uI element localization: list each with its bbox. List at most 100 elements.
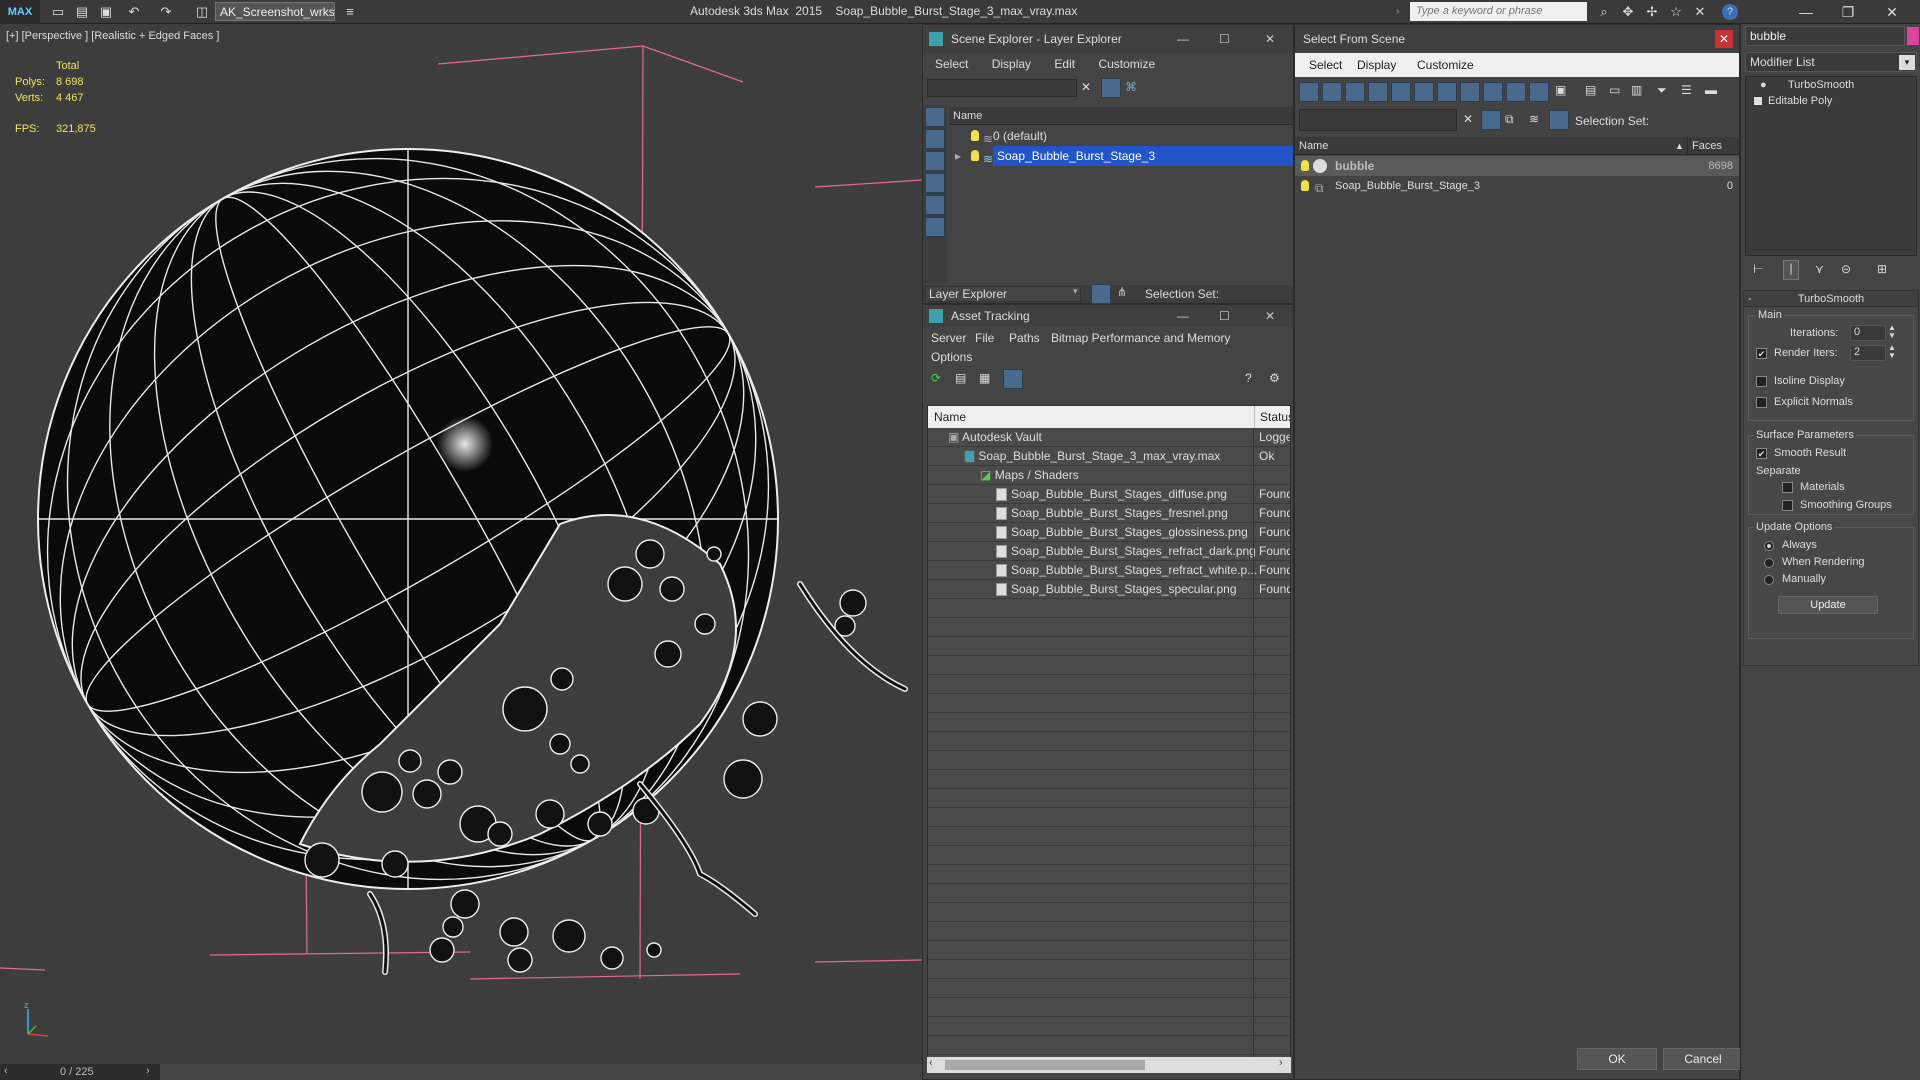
light-bulb-icon[interactable]: [971, 150, 979, 161]
asset-row-glossiness[interactable]: Soap_Bubble_Burst_Stages_glossiness.png F…: [928, 523, 1290, 542]
select-all-icon[interactable]: ▤: [1585, 83, 1596, 97]
display-lights-icon[interactable]: [925, 195, 945, 215]
collapse-icon[interactable]: ▬: [1705, 83, 1717, 97]
object-color-swatch[interactable]: [1907, 27, 1919, 45]
display-spacewarps-icon[interactable]: [1414, 82, 1434, 102]
display-xrefs-icon[interactable]: [1460, 82, 1480, 102]
menu-select[interactable]: Select: [935, 57, 968, 71]
layer-tool-icon[interactable]: ⧉: [1505, 112, 1514, 127]
menu-display[interactable]: Display: [1357, 53, 1396, 77]
exchange-icon[interactable]: ✢: [1642, 2, 1662, 22]
object-row-bubble[interactable]: bubble 8698: [1295, 156, 1739, 176]
pin-stack-icon[interactable]: ⊢: [1753, 262, 1763, 276]
scroll-thumb[interactable]: [945, 1060, 1145, 1070]
minimize-icon[interactable]: —: [1177, 305, 1189, 327]
hierarchy-icon[interactable]: ⋔: [1117, 285, 1127, 299]
display-geometry-icon[interactable]: [1299, 82, 1319, 102]
display-hidden-icon[interactable]: ▣: [1555, 83, 1566, 97]
explicit-normals-checkbox[interactable]: [1756, 397, 1767, 408]
workspace-menu-icon[interactable]: ≡: [340, 2, 360, 22]
select-from-scene-titlebar[interactable]: Select From Scene ✕: [1295, 25, 1739, 53]
time-next-icon[interactable]: ›: [146, 1065, 150, 1077]
explorer-type-dropdown[interactable]: Layer Explorer: [925, 286, 1081, 302]
iterations-input[interactable]: 0: [1850, 325, 1886, 341]
binoculars-icon[interactable]: ⌕: [1594, 2, 1614, 22]
asset-row-vault[interactable]: ▣ Autodesk Vault Logged: [928, 428, 1290, 447]
restore-icon[interactable]: ❐: [1832, 0, 1864, 24]
project-folder-icon[interactable]: ◫: [192, 2, 212, 22]
column-header-name[interactable]: Name: [934, 406, 966, 428]
display-lights-icon[interactable]: [1345, 82, 1365, 102]
display-invert-icon[interactable]: [925, 151, 945, 171]
settings-icon[interactable]: ⚙: [1269, 371, 1280, 385]
filter-toggle-icon[interactable]: [1481, 110, 1501, 130]
keyword-search-input[interactable]: Type a keyword or phrase: [1410, 2, 1587, 21]
update-always-radio[interactable]: [1764, 541, 1774, 551]
light-bulb-icon[interactable]: [1301, 180, 1309, 191]
materials-checkbox[interactable]: [1782, 482, 1793, 493]
time-slider[interactable]: ‹ 0 / 225 ›: [0, 1064, 160, 1080]
table-view-icon[interactable]: [1003, 369, 1023, 389]
display-shapes-icon[interactable]: [1322, 82, 1342, 102]
undo-icon[interactable]: ↶: [124, 2, 144, 22]
filter-icon[interactable]: ⏷: [1657, 83, 1667, 98]
update-when-rendering-radio[interactable]: [1764, 558, 1774, 568]
asset-row-max-file[interactable]: Soap_Bubble_Burst_Stage_3_max_vray.max Ok: [928, 447, 1290, 466]
clear-search-icon[interactable]: ✕: [1081, 80, 1091, 94]
light-bulb-icon[interactable]: [971, 130, 979, 141]
cancel-button[interactable]: Cancel: [1663, 1048, 1743, 1070]
favorites-icon[interactable]: ☆: [1666, 2, 1686, 22]
modifier-list-dropdown[interactable]: Modifier List: [1745, 52, 1917, 72]
close-icon[interactable]: ✕: [1715, 30, 1733, 48]
open-file-icon[interactable]: ▤: [72, 2, 92, 22]
save-file-icon[interactable]: ▣: [96, 2, 116, 22]
layer-tool-icon[interactable]: ⌘: [1125, 80, 1137, 94]
menu-bitmap-performance[interactable]: Bitmap Performance and Memory: [1051, 331, 1230, 345]
hierarchy-icon[interactable]: [1549, 110, 1569, 130]
menu-edit[interactable]: Edit: [1054, 57, 1075, 71]
menu-display[interactable]: Display: [992, 57, 1031, 71]
display-cameras-icon[interactable]: [925, 217, 945, 237]
ok-button[interactable]: OK: [1577, 1048, 1657, 1070]
scene-explorer-titlebar[interactable]: Scene Explorer - Layer Explorer — ☐ ✕: [923, 25, 1293, 53]
render-iters-checkbox[interactable]: ✔: [1756, 348, 1767, 359]
close-icon[interactable]: ✕: [1265, 25, 1275, 53]
close-icon[interactable]: ✕: [1265, 305, 1275, 327]
light-bulb-icon[interactable]: ●: [1760, 77, 1767, 93]
stack-item-turbosmooth[interactable]: ● TurboSmooth: [1746, 77, 1916, 93]
display-cameras-icon[interactable]: [1368, 82, 1388, 102]
menu-options[interactable]: Options: [931, 350, 972, 364]
search-arrow-icon[interactable]: ›: [1396, 6, 1404, 18]
update-button[interactable]: Update: [1778, 596, 1878, 614]
isoline-display-checkbox[interactable]: [1756, 376, 1767, 387]
update-manually-radio[interactable]: [1764, 575, 1774, 585]
menu-customize[interactable]: Customize: [1098, 57, 1155, 71]
new-file-icon[interactable]: ▭: [48, 2, 68, 22]
app-logo[interactable]: MAX: [0, 0, 40, 24]
smooth-result-checkbox[interactable]: ✔: [1756, 448, 1767, 459]
scroll-right-icon[interactable]: ›: [1279, 1057, 1283, 1069]
find-input[interactable]: [1299, 109, 1457, 131]
refresh-icon[interactable]: ⟳: [931, 371, 941, 385]
clear-search-icon[interactable]: ✕: [1463, 112, 1473, 126]
minimize-icon[interactable]: —: [1177, 25, 1189, 53]
menu-file[interactable]: File: [975, 331, 994, 345]
asset-row-maps[interactable]: ◪ Maps / Shaders: [928, 466, 1290, 485]
column-header-status[interactable]: Status: [1254, 406, 1290, 428]
asset-row-refract-white[interactable]: Soap_Bubble_Burst_Stages_refract_white.p…: [928, 561, 1290, 580]
display-containers-icon[interactable]: [1506, 82, 1526, 102]
sort-arrow-icon[interactable]: ▲: [1675, 137, 1684, 155]
display-bones-icon[interactable]: [1483, 82, 1503, 102]
render-iters-spinner[interactable]: ▲ ▼: [1888, 344, 1896, 360]
light-bulb-icon[interactable]: [1301, 160, 1309, 171]
tools-icon[interactable]: ✥: [1618, 2, 1638, 22]
display-all-icon[interactable]: [925, 129, 945, 149]
asset-horizontal-scrollbar[interactable]: ‹ ›: [927, 1057, 1291, 1073]
minimize-icon[interactable]: —: [1790, 0, 1822, 24]
select-none-icon[interactable]: ▭: [1609, 83, 1620, 97]
display-none-icon[interactable]: [925, 107, 945, 127]
show-end-result-icon[interactable]: |: [1783, 260, 1799, 280]
layers-icon[interactable]: ≋: [1529, 112, 1539, 126]
maximize-icon[interactable]: ☐: [1219, 305, 1230, 327]
column-header-faces[interactable]: Faces: [1687, 137, 1737, 155]
